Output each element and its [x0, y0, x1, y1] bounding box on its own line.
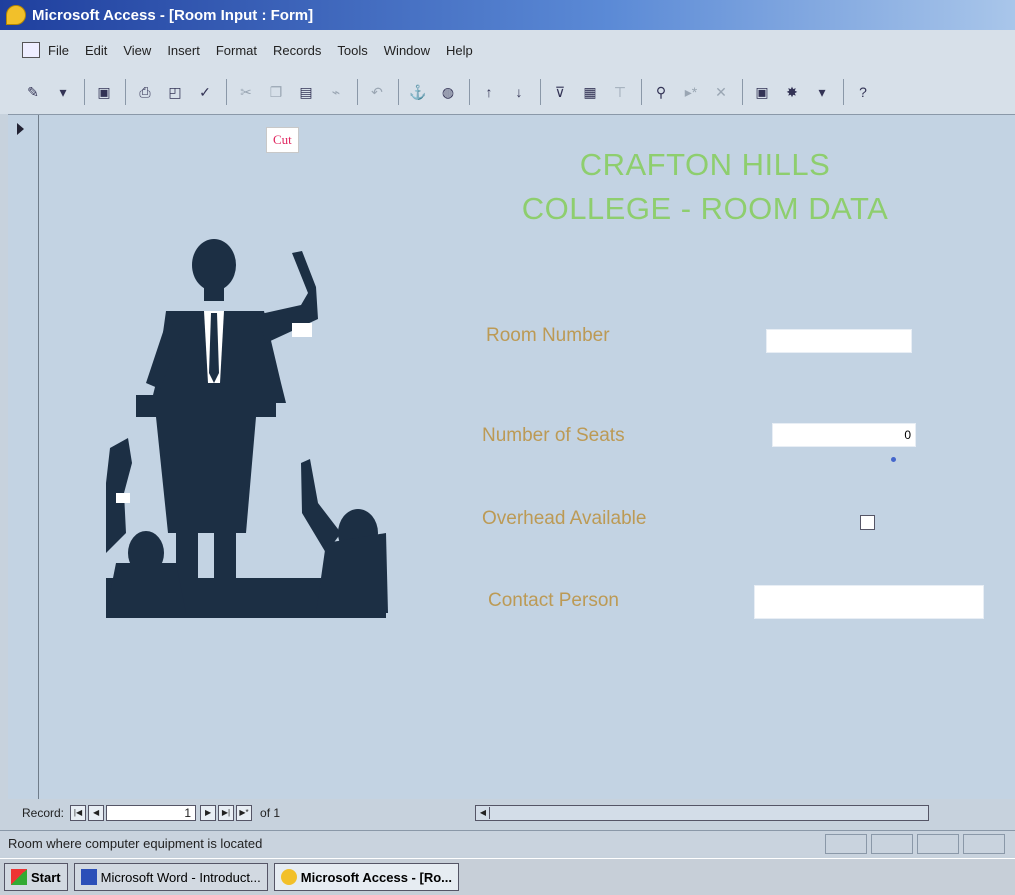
taskbar-access-button[interactable]: Microsoft Access - [Ro...: [273, 863, 459, 891]
access-key-icon: [280, 869, 297, 885]
form-system-menu-icon[interactable]: [22, 42, 40, 58]
status-indicators: [821, 834, 1005, 854]
toolbar-separator: [398, 79, 399, 105]
toolbar-separator: [226, 79, 227, 105]
apply-filter-icon[interactable]: ⊤: [609, 81, 631, 103]
filter-by-form-icon[interactable]: ▦: [579, 81, 601, 103]
menu-window[interactable]: Window: [384, 43, 430, 58]
spelling-icon[interactable]: ✓: [194, 81, 216, 103]
sort-descending-icon[interactable]: ↓: [508, 81, 530, 103]
windows-logo-icon: [11, 869, 27, 885]
record-pointer-icon: [17, 123, 24, 135]
number-of-seats-label: Number of Seats: [482, 425, 625, 446]
menu-records[interactable]: Records: [273, 43, 321, 58]
status-panel: [917, 834, 959, 854]
toolbar-separator: [641, 79, 642, 105]
help-icon[interactable]: ?: [852, 81, 874, 103]
horizontal-scrollbar[interactable]: ◀: [475, 805, 929, 821]
menu-file[interactable]: File: [48, 43, 69, 58]
taskbar-word-button[interactable]: Microsoft Word - Introduct...: [73, 863, 268, 891]
toolbar-separator: [469, 79, 470, 105]
form-detail-section: Cut CRAFTON HILLS COLLEGE - ROOM DATA Ro…: [8, 114, 1015, 799]
contact-person-field[interactable]: [754, 585, 984, 619]
insert-hyperlink-icon[interactable]: ⚓: [407, 81, 429, 103]
last-record-button[interactable]: ▶|: [218, 805, 235, 821]
form-title: CRAFTON HILLS COLLEGE - ROOM DATA: [470, 143, 940, 231]
overhead-available-label: Overhead Available: [482, 508, 647, 529]
menu-edit[interactable]: Edit: [85, 43, 107, 58]
contact-person-label: Contact Person: [488, 590, 619, 611]
toolbar-separator: [125, 79, 126, 105]
print-preview-icon[interactable]: ◰: [164, 81, 186, 103]
web-toolbar-icon[interactable]: ◍: [437, 81, 459, 103]
toolbar-separator: [357, 79, 358, 105]
status-panel: [825, 834, 867, 854]
cut-tooltip: Cut: [266, 127, 299, 153]
new-record-button[interactable]: ▶*: [236, 805, 253, 821]
filter-by-selection-icon[interactable]: ⊽: [549, 81, 571, 103]
speaker-podium-clipart: [106, 239, 388, 618]
word-icon: [80, 869, 97, 885]
save-icon[interactable]: ▣: [93, 81, 115, 103]
room-number-field[interactable]: [766, 329, 912, 353]
form-title-line1: CRAFTON HILLS: [579, 147, 831, 182]
record-count: of 1: [260, 806, 281, 820]
access-key-icon: [6, 5, 26, 25]
next-record-button[interactable]: ▶: [200, 805, 217, 821]
number-of-seats-field[interactable]: 0: [772, 423, 916, 447]
toolbar-separator: [540, 79, 541, 105]
format-painter-icon[interactable]: ⌁: [325, 81, 347, 103]
previous-record-button[interactable]: ◀: [88, 805, 105, 821]
menu-tools[interactable]: Tools: [337, 43, 367, 58]
new-record-icon[interactable]: ▸*: [680, 81, 702, 103]
status-panel: [963, 834, 1005, 854]
room-number-label: Room Number: [486, 325, 610, 346]
dropdown-arrow-icon[interactable]: ▾: [811, 81, 833, 103]
first-record-button[interactable]: |◀: [70, 805, 87, 821]
menubar: File Edit View Insert Format Records Too…: [0, 30, 1015, 70]
cut-icon[interactable]: ✂: [235, 81, 257, 103]
toolbar-separator: [742, 79, 743, 105]
focus-indicator-dot: [891, 457, 896, 462]
status-panel: [871, 834, 913, 854]
record-selector[interactable]: [8, 115, 39, 799]
delete-record-icon[interactable]: ✕: [710, 81, 732, 103]
scroll-left-arrow-icon[interactable]: ◀: [477, 807, 490, 819]
dropdown-arrow-icon[interactable]: ▾: [52, 81, 74, 103]
form-title-line2: COLLEGE - ROOM DATA: [521, 191, 889, 226]
taskbar-access-label: Microsoft Access - [Ro...: [300, 869, 452, 885]
windows-taskbar: Start Microsoft Word - Introduct... Micr…: [0, 858, 1015, 895]
toolbar-separator: [843, 79, 844, 105]
find-icon[interactable]: ⚲: [650, 81, 672, 103]
paste-icon[interactable]: ▤: [295, 81, 317, 103]
status-text: Room where computer equipment is located: [8, 836, 263, 851]
current-record-field[interactable]: 1: [106, 805, 197, 821]
start-button[interactable]: Start: [4, 863, 68, 891]
database-window-icon[interactable]: ▣: [751, 81, 773, 103]
menu-insert[interactable]: Insert: [167, 43, 200, 58]
new-object-icon[interactable]: ✸: [781, 81, 803, 103]
window-titlebar: Microsoft Access - [Room Input : Form]: [0, 0, 1015, 30]
sort-ascending-icon[interactable]: ↑: [478, 81, 500, 103]
window-title: Microsoft Access - [Room Input : Form]: [32, 6, 314, 24]
toolbar-separator: [84, 79, 85, 105]
menu-format[interactable]: Format: [216, 43, 257, 58]
copy-icon[interactable]: ❐: [265, 81, 287, 103]
menu-help[interactable]: Help: [446, 43, 473, 58]
status-bar: Room where computer equipment is located: [0, 830, 1015, 856]
record-label: Record:: [22, 806, 65, 820]
taskbar-word-label: Microsoft Word - Introduct...: [100, 869, 261, 885]
print-icon[interactable]: ⎙: [134, 81, 156, 103]
undo-icon[interactable]: ↶: [366, 81, 388, 103]
view-icon[interactable]: ✎: [22, 81, 44, 103]
start-label: Start: [31, 869, 61, 885]
record-navigation-bar: Record: |◀ ◀ 1 ▶ ▶| ▶* of 1 ◀: [8, 800, 1015, 826]
toolbar: ✎ ▾ ▣ ⎙ ◰ ✓ ✂ ❐ ▤ ⌁ ↶ ⚓ ◍ ↑ ↓ ⊽ ▦ ⊤ ⚲ ▸*…: [0, 70, 1015, 114]
menu-view[interactable]: View: [123, 43, 151, 58]
overhead-available-checkbox[interactable]: [860, 515, 875, 530]
